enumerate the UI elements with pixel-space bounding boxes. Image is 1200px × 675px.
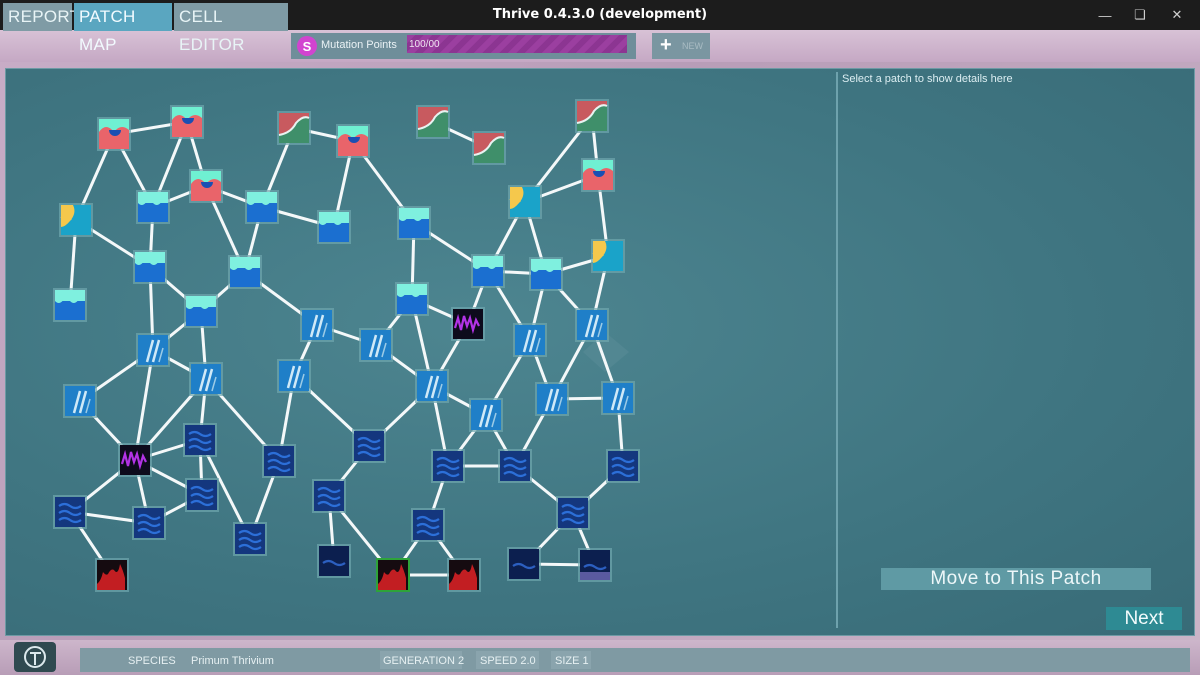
patch-cave[interactable] bbox=[575, 99, 609, 133]
patch-tidepool[interactable] bbox=[59, 203, 93, 237]
patch-surface[interactable] bbox=[245, 190, 279, 224]
patch-deep[interactable] bbox=[606, 449, 640, 483]
patch-surface[interactable] bbox=[317, 210, 351, 244]
patch-abyss[interactable] bbox=[317, 544, 351, 578]
patch-volcanic[interactable] bbox=[95, 558, 129, 592]
patch-cave[interactable] bbox=[472, 131, 506, 165]
patch-deep[interactable] bbox=[183, 423, 217, 457]
patch-epipelagic[interactable] bbox=[601, 381, 635, 415]
patch-details-hint: Select a patch to show details here bbox=[842, 73, 1013, 85]
patch-surface[interactable] bbox=[529, 257, 563, 291]
details-divider bbox=[836, 72, 838, 628]
patch-volcanic[interactable] bbox=[447, 558, 481, 592]
patch-deep[interactable] bbox=[185, 478, 219, 512]
thrive-logo-icon[interactable] bbox=[14, 642, 56, 672]
patch-deep[interactable] bbox=[53, 495, 87, 529]
patch-epipelagic[interactable] bbox=[136, 333, 170, 367]
patch-epipelagic[interactable] bbox=[535, 382, 569, 416]
size-value: SIZE 1 bbox=[555, 655, 589, 667]
generation-value: GENERATION 2 bbox=[383, 655, 465, 667]
next-button[interactable]: Next bbox=[1106, 607, 1182, 630]
patch-coastal[interactable] bbox=[189, 169, 223, 203]
patch-deep[interactable] bbox=[556, 496, 590, 530]
patch-deep[interactable] bbox=[132, 506, 166, 540]
patch-epipelagic[interactable] bbox=[300, 308, 334, 342]
patch-abyss[interactable] bbox=[507, 547, 541, 581]
patch-epipelagic[interactable] bbox=[469, 398, 503, 432]
patch-deep[interactable] bbox=[411, 508, 445, 542]
patch-epipelagic[interactable] bbox=[513, 323, 547, 357]
patch-surface[interactable] bbox=[184, 294, 218, 328]
patch-epipelagic[interactable] bbox=[277, 359, 311, 393]
patch-deep[interactable] bbox=[233, 522, 267, 556]
patch-epipelagic[interactable] bbox=[359, 328, 393, 362]
patch-epipelagic[interactable] bbox=[415, 369, 449, 403]
patch-surface[interactable] bbox=[397, 206, 431, 240]
speed-value: SPEED 2.0 bbox=[480, 655, 536, 667]
patch-deep[interactable] bbox=[352, 429, 386, 463]
patch-deep[interactable] bbox=[312, 479, 346, 513]
species-label: SPECIES bbox=[128, 655, 176, 667]
patch-deep[interactable] bbox=[431, 449, 465, 483]
patch-surface[interactable] bbox=[53, 288, 87, 322]
patch-surface[interactable] bbox=[133, 250, 167, 284]
patch-surface[interactable] bbox=[136, 190, 170, 224]
patch-coastal[interactable] bbox=[336, 124, 370, 158]
patch-coastal[interactable] bbox=[581, 158, 615, 192]
patch-surface[interactable] bbox=[228, 255, 262, 289]
patch-tidepool[interactable] bbox=[591, 239, 625, 273]
move-to-patch-button[interactable]: Move to This Patch bbox=[881, 568, 1151, 590]
patch-deep[interactable] bbox=[498, 449, 532, 483]
patch-coastal[interactable] bbox=[97, 117, 131, 151]
patch-epipelagic[interactable] bbox=[189, 362, 223, 396]
patch-epipelagic[interactable] bbox=[63, 384, 97, 418]
patch-volcanic[interactable] bbox=[376, 558, 410, 592]
patch-cave[interactable] bbox=[277, 111, 311, 145]
species-name: Primum Thrivium bbox=[191, 655, 274, 667]
patch-tidepool[interactable] bbox=[508, 185, 542, 219]
patch-deep[interactable] bbox=[262, 444, 296, 478]
patch-surface[interactable] bbox=[471, 254, 505, 288]
patch-vents[interactable] bbox=[118, 443, 152, 477]
patch-cave[interactable] bbox=[416, 105, 450, 139]
patch-surface[interactable] bbox=[395, 282, 429, 316]
patch-coastal[interactable] bbox=[170, 105, 204, 139]
patch-vents[interactable] bbox=[451, 307, 485, 341]
patch-epipelagic[interactable] bbox=[575, 308, 609, 342]
patch-abyss[interactable] bbox=[578, 548, 612, 582]
